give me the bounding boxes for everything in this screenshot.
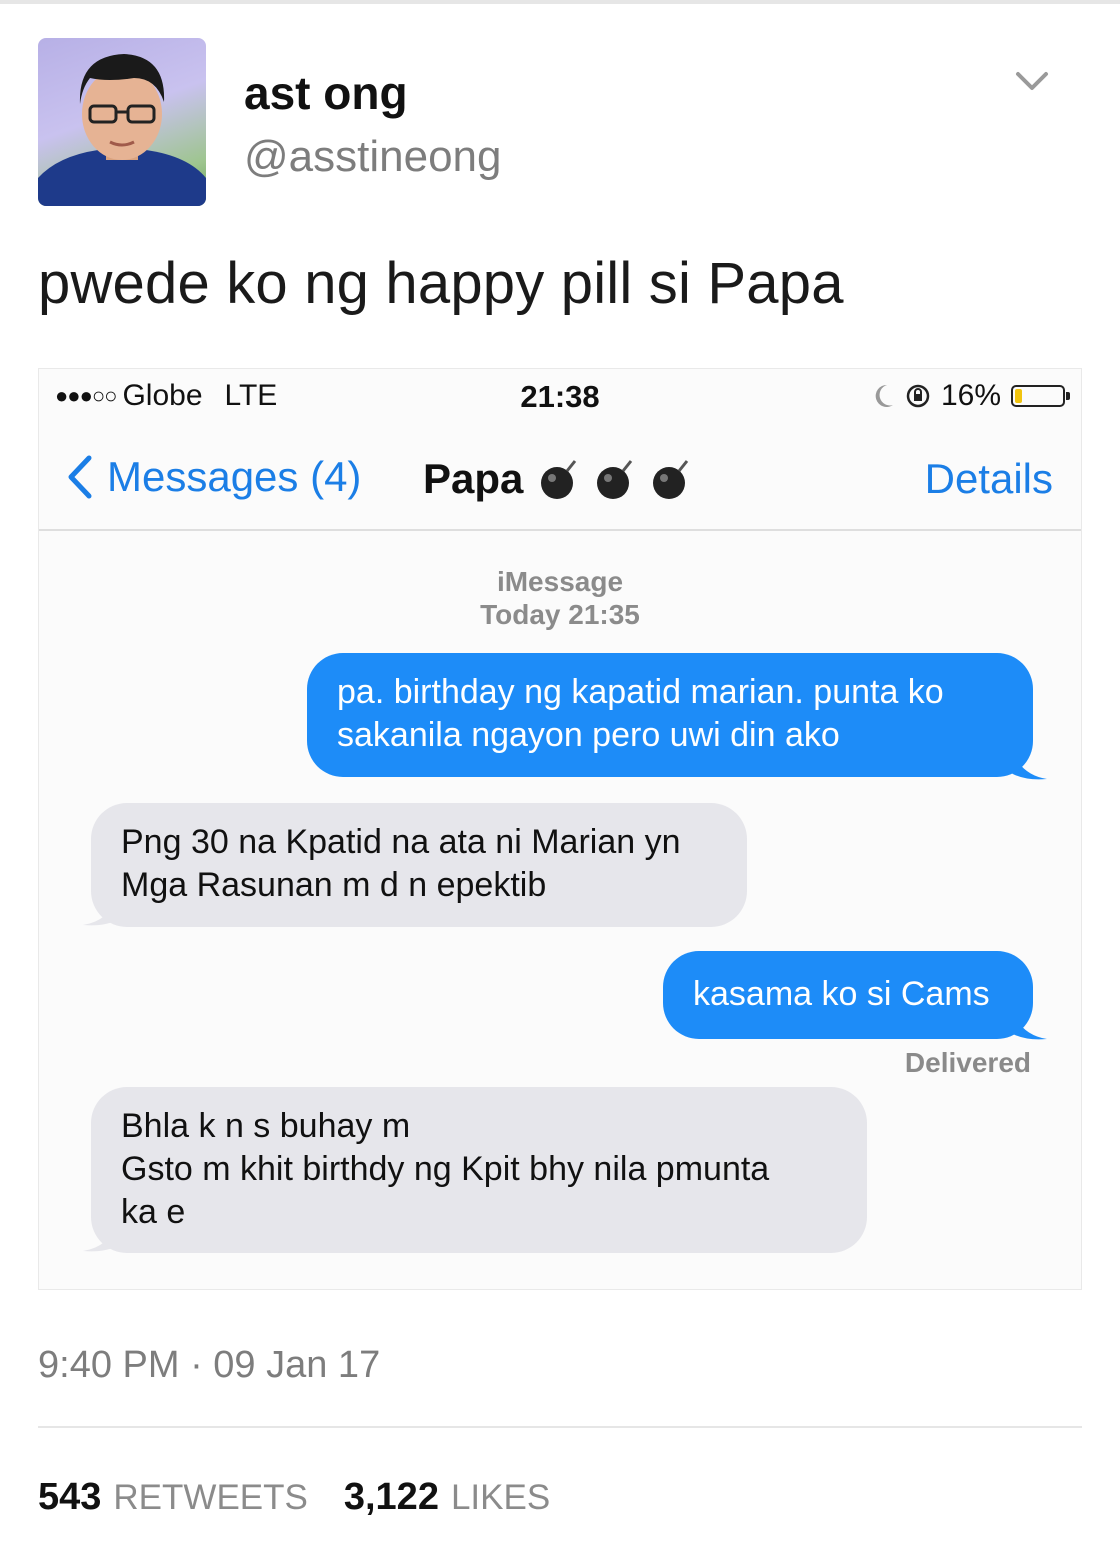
- status-bar: ●●●○○ Globe LTE 21:38 16%: [39, 369, 1081, 425]
- tweet-stats: 543 RETWEETS 3,122 LIKES: [38, 1476, 586, 1519]
- message-line: Mga Rasunan m d n epektib: [121, 866, 547, 904]
- message-bubble-incoming[interactable]: Png 30 na Kpatid na ata ni Marian yn Mga…: [91, 803, 747, 927]
- message-line: Png 30 na Kpatid na ata ni Marian yn: [121, 823, 681, 861]
- retweet-count[interactable]: 543: [38, 1476, 101, 1519]
- service-timestamp: Today 21:35: [480, 599, 640, 630]
- top-border: [0, 0, 1120, 4]
- retweet-label[interactable]: RETWEETS: [113, 1478, 307, 1518]
- tweet-text: pwede ko ng happy pill si Papa: [38, 251, 844, 316]
- bomb-emoji-icon: [541, 460, 689, 499]
- back-label: Messages (4): [107, 453, 362, 500]
- like-count[interactable]: 3,122: [344, 1476, 439, 1519]
- like-label[interactable]: LIKES: [451, 1478, 550, 1518]
- divider: [38, 1426, 1082, 1428]
- battery-icon: [1011, 385, 1070, 407]
- service-label: iMessage: [496, 566, 624, 597]
- do-not-disturb-moon-icon: [875, 384, 893, 407]
- contact-title[interactable]: Papa: [423, 455, 693, 503]
- embedded-screenshot[interactable]: ●●●○○ Globe LTE 21:38 16% Messages (4) P…: [38, 368, 1082, 1290]
- message-line: Bhla k n s buhay m: [121, 1107, 411, 1145]
- message-line: pa. birthday ng kapatid marian. punta ko: [337, 673, 944, 711]
- display-name[interactable]: ast ong: [244, 66, 408, 120]
- tweet-timestamp[interactable]: 9:40 PM · 09 Jan 17: [38, 1344, 380, 1387]
- message-line: kasama ko si Cams: [693, 975, 990, 1013]
- message-bubble-outgoing[interactable]: pa. birthday ng kapatid marian. punta ko…: [307, 653, 1033, 777]
- chevron-left-icon: [68, 455, 92, 499]
- message-line: ka e: [121, 1193, 186, 1231]
- message-bubble-incoming[interactable]: Bhla k n s buhay m Gsto m khit birthdy n…: [91, 1087, 867, 1253]
- back-button[interactable]: Messages (4): [67, 453, 361, 501]
- delivered-status: Delivered: [904, 1047, 1031, 1078]
- conversation-nav-bar: Messages (4) Papa Details: [39, 425, 1081, 531]
- chevron-down-icon[interactable]: [1012, 66, 1052, 98]
- orientation-lock-icon: [906, 384, 930, 408]
- conversation-header: iMessage Today 21:35: [39, 565, 1081, 631]
- user-handle[interactable]: @asstineong: [244, 132, 502, 182]
- battery-percent: 16%: [940, 379, 1001, 412]
- avatar[interactable]: [38, 38, 206, 206]
- message-line: sakanila ngayon pero uwi din ako: [337, 716, 840, 754]
- message-line: Gsto m khit birthdy ng Kpit bhy nila pmu…: [121, 1150, 770, 1188]
- details-button[interactable]: Details: [925, 455, 1053, 503]
- contact-name: Papa: [423, 455, 524, 502]
- message-bubble-outgoing[interactable]: kasama ko si Cams: [663, 951, 1033, 1039]
